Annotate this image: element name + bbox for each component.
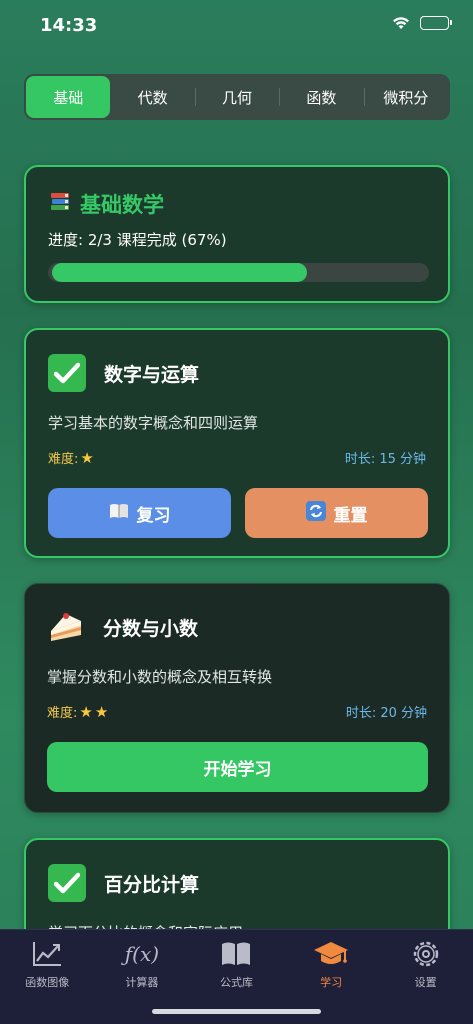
course-progress-bar <box>48 263 429 282</box>
battery-icon <box>420 16 452 30</box>
course-progress-text: 进度: 2/3 课程完成 (67%) <box>48 231 227 249</box>
function-icon: ƒ(x) <box>124 942 160 966</box>
lesson-card-fractions: 分数与小数 掌握分数和小数的概念及相互转换 难度: ★ ★ 时长: 20 分钟 … <box>24 583 450 813</box>
tabbar-label: 计算器 <box>125 976 159 989</box>
star-icon: ★ <box>94 702 109 721</box>
course-progress-fill <box>52 263 308 282</box>
start-label: 开始学习 <box>203 759 272 780</box>
lesson-title: 数字与运算 <box>104 363 200 386</box>
star-icon: ★ <box>80 448 94 467</box>
tabbar-label: 学习 <box>320 976 343 989</box>
check-icon <box>48 864 86 902</box>
category-tabs: 基础 代数 几何 函数 微积分 <box>24 74 450 120</box>
course-title: 基础数学 <box>80 193 164 217</box>
course-progress-card: 基础数学 进度: 2/3 课程完成 (67%) <box>24 165 450 303</box>
lesson-meta: 难度: ★ ★ 时长: 20 分钟 <box>47 702 427 722</box>
difficulty-label: 难度: <box>47 706 78 721</box>
bottom-tab-bar: 函数图像 ƒ(x) 计算器 公式库 学习 设置 <box>0 929 473 1024</box>
open-book-icon <box>109 503 129 523</box>
tab-basic[interactable]: 基础 <box>26 76 111 118</box>
difficulty-label: 难度: <box>48 452 79 467</box>
tab-geometry[interactable]: 几何 <box>194 76 279 118</box>
lesson-duration: 时长: 15 分钟 <box>344 452 426 467</box>
review-button[interactable]: 复习 <box>48 488 231 538</box>
tabbar-label: 设置 <box>414 976 437 989</box>
start-learning-button[interactable]: 开始学习 <box>47 742 428 792</box>
lesson-header: 百分比计算 <box>48 864 199 902</box>
tabbar-item-calculator[interactable]: ƒ(x) 计算器 <box>95 930 190 998</box>
tabbar-label: 公式库 <box>219 976 253 989</box>
tab-algebra[interactable]: 代数 <box>110 76 194 118</box>
status-icons <box>392 16 452 30</box>
lesson-description: 学习基本的数字概念和四则运算 <box>48 414 259 432</box>
check-icon <box>48 354 86 392</box>
books-icon <box>48 189 72 219</box>
graduation-cap-icon <box>313 940 349 968</box>
wifi-icon <box>392 16 410 30</box>
lesson-header: 分数与小数 <box>47 608 198 646</box>
tabbar-item-formulas[interactable]: 公式库 <box>189 930 284 998</box>
chart-icon <box>32 940 62 968</box>
reset-label: 重置 <box>333 505 368 526</box>
review-label: 复习 <box>136 505 171 526</box>
lesson-duration: 时长: 20 分钟 <box>345 706 427 721</box>
gear-icon <box>412 940 440 968</box>
status-time: 14:33 <box>40 15 98 36</box>
lesson-header: 数字与运算 <box>48 354 199 392</box>
tab-calculus[interactable]: 微积分 <box>363 76 448 118</box>
lesson-description: 掌握分数和小数的概念及相互转换 <box>47 668 273 686</box>
tab-functions[interactable]: 函数 <box>279 76 363 118</box>
star-icon: ★ <box>79 702 93 721</box>
tabbar-label: 函数图像 <box>25 976 70 989</box>
tabbar-item-learn[interactable]: 学习 <box>284 930 379 998</box>
tabbar-item-settings[interactable]: 设置 <box>378 930 473 998</box>
tabbar-item-graphs[interactable]: 函数图像 <box>0 930 95 998</box>
lesson-card-numbers: 数字与运算 学习基本的数字概念和四则运算 难度: ★ 时长: 15 分钟 复习 … <box>24 328 450 558</box>
course-title-row: 基础数学 <box>48 189 164 219</box>
status-bar: 14:33 <box>0 0 473 54</box>
refresh-icon <box>305 501 326 525</box>
book-icon <box>220 940 252 968</box>
home-indicator <box>152 1009 321 1014</box>
difficulty: 难度: ★ ★ <box>47 702 109 722</box>
cake-icon <box>47 608 85 646</box>
lesson-title: 分数与小数 <box>103 617 199 640</box>
reset-button[interactable]: 重置 <box>245 488 428 538</box>
difficulty: 难度: ★ <box>48 448 94 468</box>
lesson-meta: 难度: ★ 时长: 15 分钟 <box>48 448 426 468</box>
lesson-title: 百分比计算 <box>104 873 200 896</box>
